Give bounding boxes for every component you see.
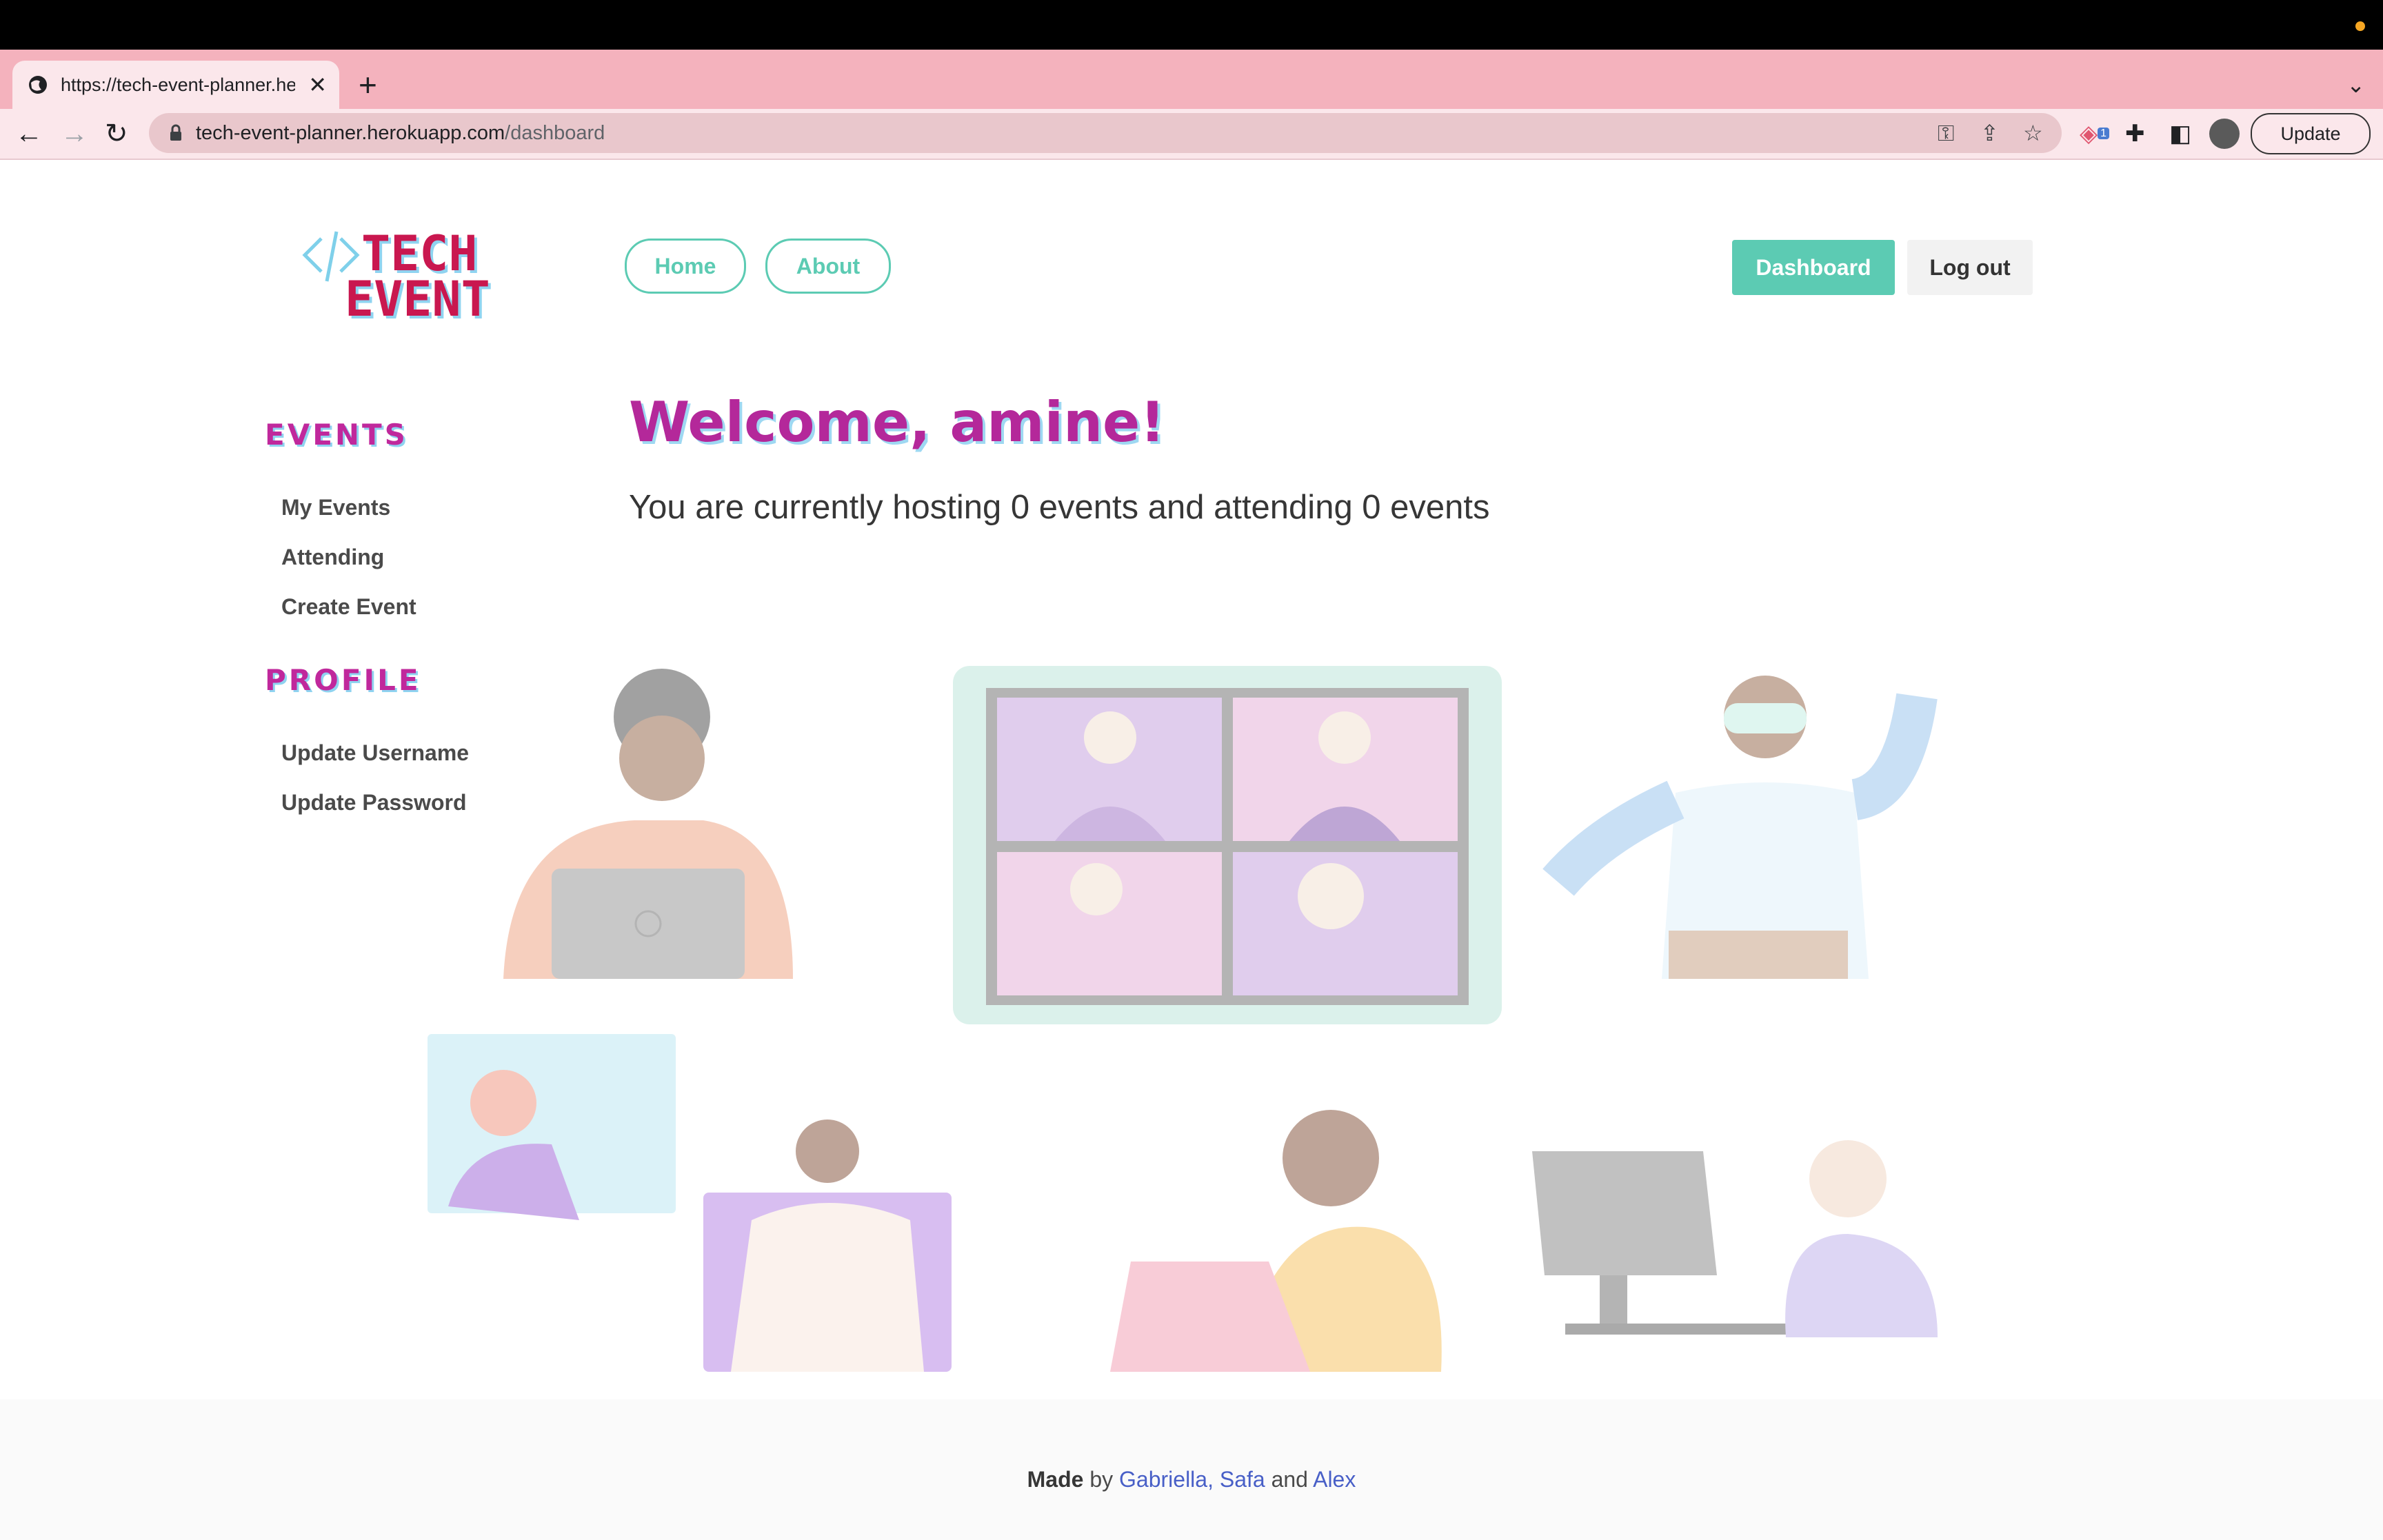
sidebar-events-heading: EVENTS — [265, 418, 408, 452]
browser-update-button[interactable]: Update — [2251, 113, 2371, 154]
close-tab-icon[interactable]: ✕ — [308, 73, 327, 97]
remote-collaboration-illustration — [428, 666, 1938, 1372]
nav-about-button[interactable]: About — [765, 239, 891, 294]
person-tablet-illustration — [1110, 1110, 1442, 1372]
person-laptop-illustration — [503, 669, 793, 979]
events-summary: You are currently hosting 0 events and a… — [629, 489, 1490, 526]
high-five-illustration — [428, 1034, 952, 1372]
sidebar-item-my-events[interactable]: My Events — [281, 495, 390, 520]
puzzle-extensions-icon[interactable]: ✚ — [2125, 120, 2145, 148]
footer-credits: Made by Gabriella, Safa and Alex — [0, 1467, 2383, 1492]
url-text: tech-event-planner.herokuapp.com/dashboa… — [196, 121, 605, 145]
sidebar-item-attending[interactable]: Attending — [281, 545, 384, 570]
person-computer-illustration — [1532, 1140, 1938, 1337]
logout-button[interactable]: Log out — [1907, 240, 2033, 295]
welcome-heading: Welcome, amine! — [629, 390, 1165, 454]
footer-made: Made — [1027, 1467, 1084, 1492]
footer-and: and — [1265, 1467, 1314, 1492]
browser-tab[interactable]: https://tech-event-planner.herokuapp.com… — [12, 61, 339, 109]
system-top-bar — [0, 0, 2383, 50]
globe-icon — [29, 76, 47, 94]
nav-home-button[interactable]: Home — [625, 239, 746, 294]
back-arrow-icon[interactable]: ← — [15, 117, 43, 150]
address-bar[interactable]: tech-event-planner.herokuapp.com/dashboa… — [149, 113, 2062, 153]
extension-badge: 1 — [2098, 128, 2110, 139]
profile-avatar[interactable] — [2209, 119, 2240, 149]
reload-icon[interactable]: ↻ — [105, 117, 128, 150]
recording-indicator — [2355, 21, 2365, 31]
new-tab-button[interactable]: + — [359, 66, 377, 103]
video-call-illustration — [953, 666, 1502, 1024]
bookmark-star-icon[interactable]: ☆ — [2023, 120, 2043, 146]
footer-link-gabriella[interactable]: Gabriella, — [1119, 1467, 1214, 1492]
lock-icon — [170, 124, 181, 141]
footer-by: by — [1083, 1467, 1120, 1492]
logo-event: EVENT — [345, 271, 490, 324]
share-icon[interactable]: ⇪ — [1980, 120, 1999, 146]
url-domain: tech-event-planner.herokuapp.com — [196, 122, 505, 144]
footer-link-alex[interactable]: Alex — [1313, 1467, 1356, 1492]
side-panel-icon[interactable]: ◧ — [2169, 120, 2191, 148]
tab-title: https://tech-event-planner.herokuapp.com… — [61, 74, 295, 95]
dashboard-button[interactable]: Dashboard — [1732, 240, 1895, 295]
sidebar-item-create-event[interactable]: Create Event — [281, 594, 416, 620]
vr-person-illustration — [1542, 676, 1938, 979]
tab-search-chevron-icon[interactable]: ⌄ — [2346, 72, 2365, 98]
footer-link-safa[interactable]: Safa — [1220, 1467, 1265, 1492]
url-path: /dashboard — [505, 122, 605, 144]
forward-arrow-icon[interactable]: → — [61, 117, 88, 150]
extension-icon[interactable]: ◈ 1 — [2080, 120, 2110, 148]
tech-event-logo[interactable]: TECH TECH EVENT EVENT — [301, 225, 512, 324]
sidebar-profile-heading: PROFILE — [265, 663, 421, 697]
key-icon[interactable]: ⚿ — [1938, 120, 1954, 146]
tab-strip — [0, 50, 2383, 109]
